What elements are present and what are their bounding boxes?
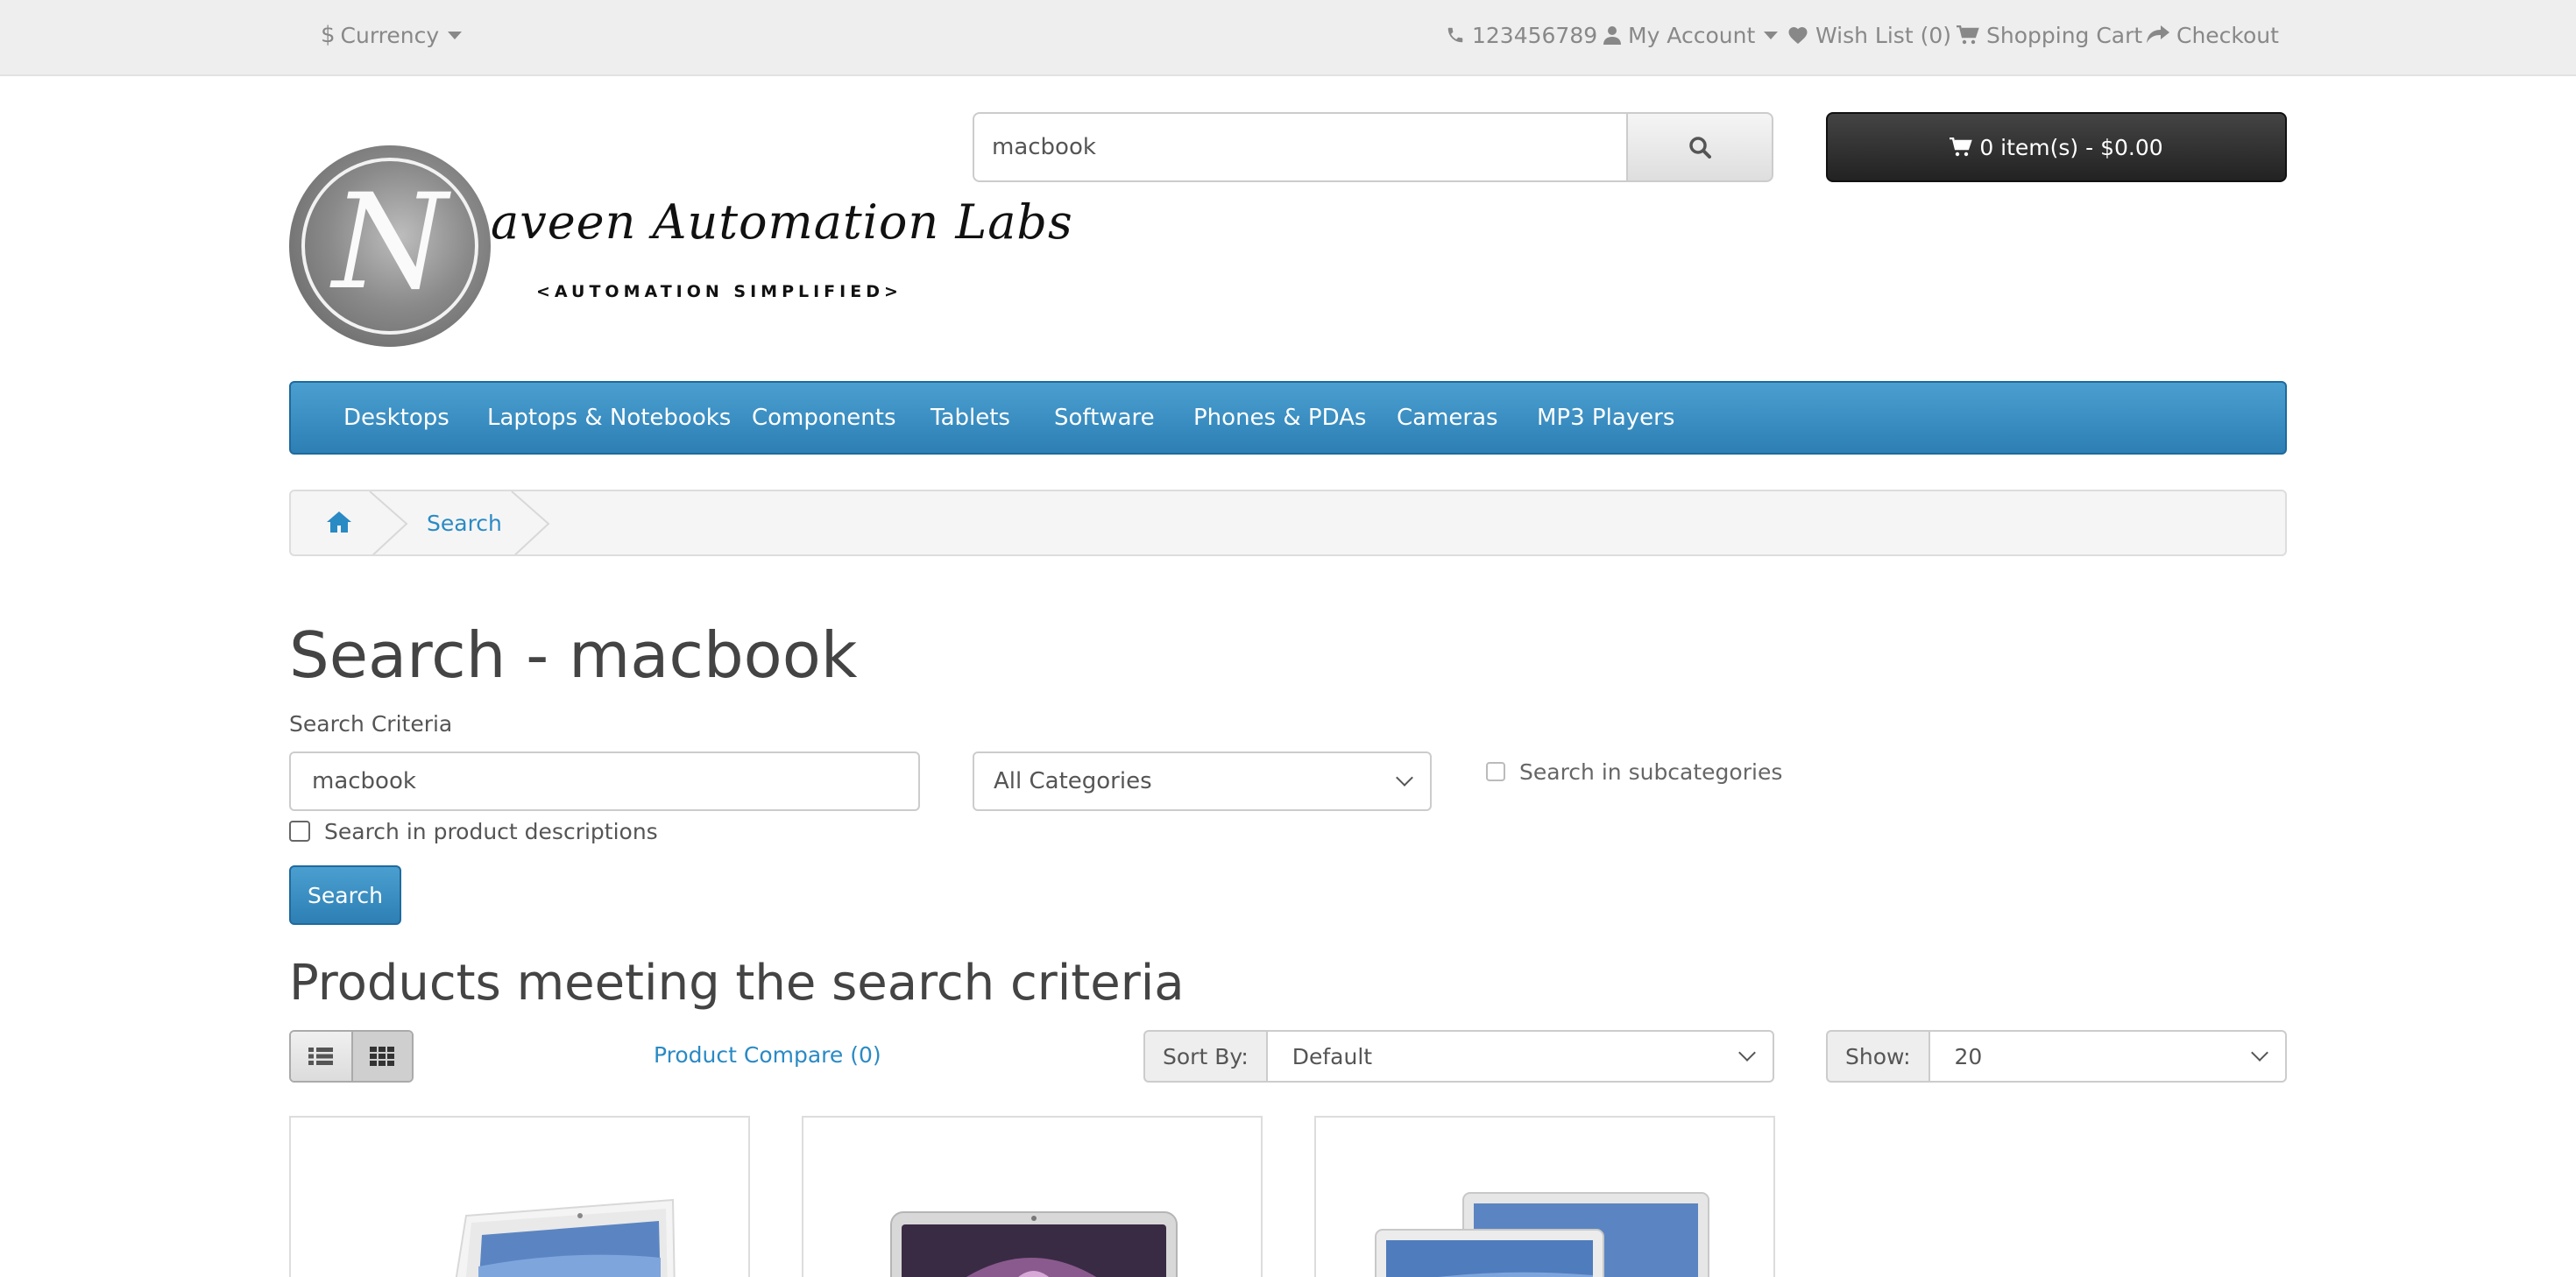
show-label: Show: bbox=[1826, 1030, 1928, 1083]
results-title: Products meeting the search criteria bbox=[289, 955, 1185, 1012]
menu-item-phones[interactable]: Phones & PDAs bbox=[1193, 383, 1366, 453]
product-card[interactable] bbox=[289, 1116, 750, 1277]
cart-button-label: 0 item(s) - $0.00 bbox=[1979, 134, 2163, 160]
phone-number: 123456789 bbox=[1472, 22, 1598, 48]
menu-item-laptops[interactable]: Laptops & Notebooks bbox=[487, 383, 731, 453]
search-criteria-input[interactable] bbox=[289, 751, 920, 811]
show-selected: 20 bbox=[1954, 1043, 1983, 1069]
header-search-input[interactable] bbox=[973, 112, 1626, 182]
breadcrumb-separator bbox=[511, 491, 550, 554]
user-icon bbox=[1603, 26, 1621, 45]
view-toggle bbox=[289, 1030, 414, 1083]
descriptions-option[interactable]: Search in product descriptions bbox=[289, 816, 658, 846]
product-image[interactable] bbox=[291, 1118, 750, 1277]
logo-name: aveen Automation Labs bbox=[491, 194, 1073, 250]
breadcrumb: Search bbox=[289, 490, 2287, 556]
heart-icon bbox=[1788, 27, 1808, 44]
header-search-button[interactable] bbox=[1626, 112, 1773, 182]
descriptions-label: Search in product descriptions bbox=[324, 818, 658, 844]
currency-dropdown[interactable]: $ Currency bbox=[321, 0, 463, 70]
grid-view-button[interactable] bbox=[350, 1032, 412, 1081]
cart-button[interactable]: 0 item(s) - $0.00 bbox=[1826, 112, 2287, 182]
shopping-cart-label: Shopping Cart bbox=[1986, 22, 2143, 48]
show-group: Show: 20 bbox=[1826, 1030, 2287, 1083]
menu-item-desktops[interactable]: Desktops bbox=[343, 383, 449, 453]
phone-icon bbox=[1447, 27, 1463, 43]
shopping-cart-link[interactable]: Shopping Cart bbox=[1957, 0, 2142, 70]
my-account-dropdown[interactable]: My Account bbox=[1603, 0, 1779, 70]
caret-down-icon bbox=[448, 31, 463, 39]
checkout-link[interactable]: Checkout bbox=[2147, 0, 2279, 70]
product-card[interactable] bbox=[1314, 1116, 1775, 1277]
menu-item-mp3-players[interactable]: MP3 Players bbox=[1537, 383, 1674, 453]
caret-down-icon bbox=[1764, 31, 1779, 39]
sort-by-selected: Default bbox=[1292, 1043, 1373, 1069]
logo-tagline: <AUTOMATION SIMPLIFIED> bbox=[536, 282, 902, 301]
subcategories-option[interactable]: Search in subcategories bbox=[1486, 757, 1782, 787]
header-search bbox=[973, 112, 1773, 182]
show-select[interactable]: 20 bbox=[1928, 1030, 2287, 1083]
search-icon bbox=[1689, 137, 1711, 159]
product-image[interactable] bbox=[803, 1118, 1263, 1277]
category-selected: All Categories bbox=[994, 768, 1152, 794]
descriptions-checkbox[interactable] bbox=[289, 821, 310, 842]
sort-by-select[interactable]: Default bbox=[1265, 1030, 1774, 1083]
cart-icon bbox=[1950, 138, 1973, 157]
list-icon bbox=[308, 1048, 334, 1065]
my-account-label: My Account bbox=[1628, 22, 1756, 48]
phone-link[interactable]: 123456789 bbox=[1446, 0, 1597, 70]
sort-by-label: Sort By: bbox=[1143, 1030, 1266, 1083]
wishlist-label: Wish List (0) bbox=[1815, 22, 1951, 48]
product-image[interactable] bbox=[1316, 1118, 1775, 1277]
search-button[interactable]: Search bbox=[289, 865, 401, 925]
product-compare-link[interactable]: Product Compare (0) bbox=[654, 1042, 881, 1068]
chevron-down-icon bbox=[2251, 1044, 2268, 1062]
page-title: Search - macbook bbox=[289, 618, 858, 692]
currency-label: Currency bbox=[340, 22, 440, 48]
cart-icon bbox=[1957, 25, 1979, 45]
site-logo[interactable]: N aveen Automation Labs <AUTOMATION SIMP… bbox=[289, 145, 1072, 350]
menu-item-cameras[interactable]: Cameras bbox=[1397, 383, 1498, 453]
logo-badge: N bbox=[289, 145, 491, 347]
sort-by-group: Sort By: Default bbox=[1143, 1030, 1774, 1083]
subcategories-checkbox[interactable] bbox=[1486, 762, 1505, 781]
top-bar: $ Currency 123456789 My Account Wish Lis… bbox=[0, 0, 2576, 76]
menu-item-components[interactable]: Components bbox=[752, 383, 896, 453]
chevron-down-icon bbox=[1396, 769, 1413, 787]
product-card[interactable] bbox=[802, 1116, 1263, 1277]
list-view-button[interactable] bbox=[291, 1032, 351, 1081]
subcategories-label: Search in subcategories bbox=[1519, 758, 1783, 785]
wishlist-link[interactable]: Wish List (0) bbox=[1787, 0, 1951, 70]
grid-icon bbox=[370, 1047, 395, 1066]
category-select[interactable]: All Categories bbox=[973, 751, 1432, 811]
chevron-down-icon bbox=[1738, 1044, 1756, 1062]
checkout-label: Checkout bbox=[2176, 22, 2279, 48]
menu-item-tablets[interactable]: Tablets bbox=[931, 383, 1010, 453]
share-icon bbox=[2147, 25, 2169, 43]
search-criteria-label: Search Criteria bbox=[289, 711, 453, 737]
main-menu: Desktops Laptops & Notebooks Components … bbox=[289, 381, 2287, 455]
breadcrumb-separator bbox=[369, 491, 408, 554]
logo-letter: N bbox=[332, 166, 448, 319]
home-icon[interactable] bbox=[326, 511, 352, 533]
dollar-icon: $ bbox=[321, 22, 336, 48]
breadcrumb-search[interactable]: Search bbox=[427, 491, 502, 554]
menu-item-software[interactable]: Software bbox=[1054, 383, 1155, 453]
